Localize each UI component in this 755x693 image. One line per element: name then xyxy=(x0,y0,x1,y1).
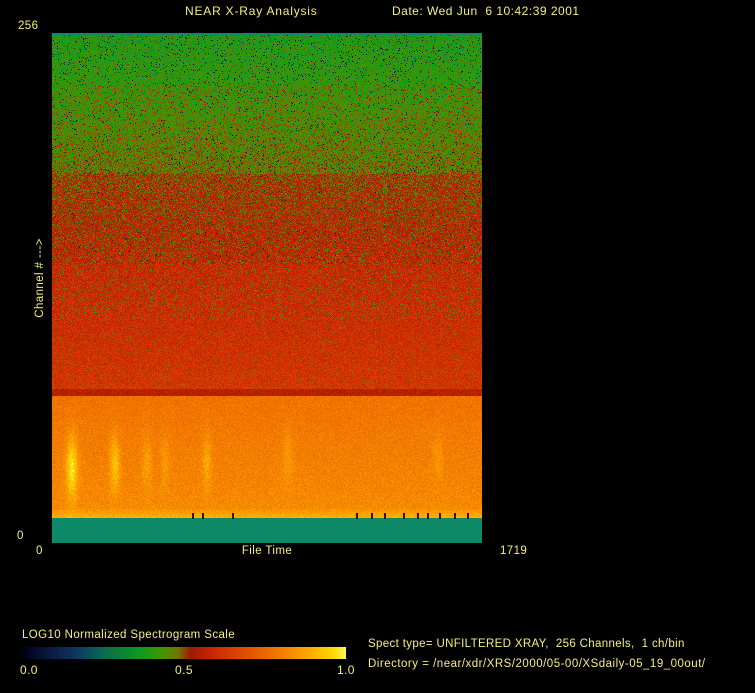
y-axis-title: Channel # ---> xyxy=(34,238,46,318)
directory-label: Directory = /near/xdr/XRS/2000/05-00/XSd… xyxy=(368,658,706,670)
y-axis-max-label: 256 xyxy=(18,20,39,32)
colorbar-gradient xyxy=(22,647,346,659)
app-window: { "header": { "title": "NEAR X-Ray Analy… xyxy=(0,0,755,693)
colorbar-tick-mid: 0.5 xyxy=(175,663,193,677)
y-axis-min-label: 0 xyxy=(17,530,24,542)
colorbar-tick-high: 1.0 xyxy=(337,663,355,677)
colorbar-title: LOG10 Normalized Spectrogram Scale xyxy=(22,629,236,641)
spectrogram-image xyxy=(52,33,482,543)
spect-type-label: Spect type= UNFILTERED XRAY, 256 Channel… xyxy=(368,638,685,650)
x-axis-max-label: 1719 xyxy=(500,545,528,557)
x-axis-min-label: 0 xyxy=(36,545,43,557)
x-axis-title: File Time xyxy=(241,545,293,557)
date-label: Date: Wed Jun 6 10:42:39 2001 xyxy=(392,4,580,18)
page-title: NEAR X-Ray Analysis xyxy=(185,4,318,18)
colorbar-tick-low: 0.0 xyxy=(20,663,38,677)
